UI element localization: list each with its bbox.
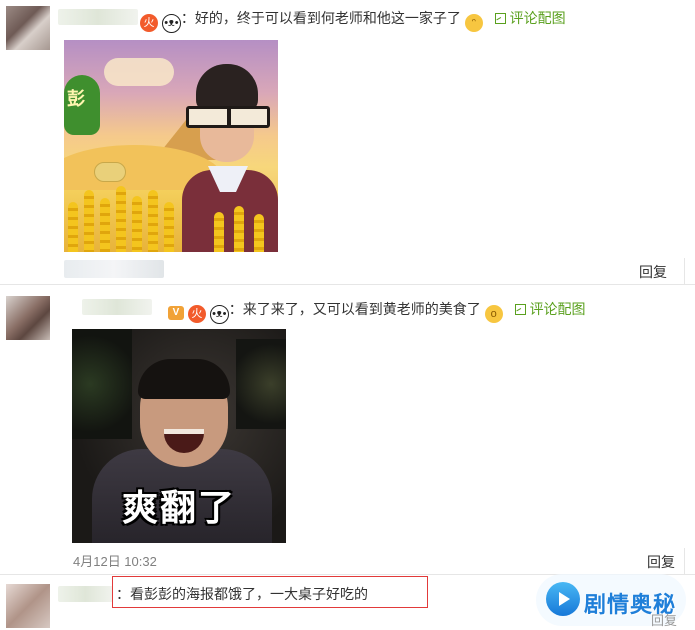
highlight-box: [112, 576, 428, 608]
comment-2-text: ：来了来了，又可以看到黄老师的美食了: [228, 301, 481, 317]
shock-emoji-icon: o: [484, 305, 503, 323]
comment-2-pic-link[interactable]: 评论配图: [514, 301, 586, 317]
panda-icon: •ᴥ•: [161, 14, 181, 33]
comment-1-pic-link[interactable]: 评论配图: [494, 10, 566, 26]
comment-1-reply-button[interactable]: 回复: [639, 262, 667, 282]
smile-emoji-icon: ᵔ: [464, 14, 483, 32]
vip-badge-icon: V: [168, 306, 184, 320]
comment-2-reply-button[interactable]: 回复: [647, 552, 675, 572]
comment-2-timestamp: 4月12日 10:32: [73, 554, 157, 569]
glasses-graphic: [186, 106, 270, 128]
blurred-sub-info: [64, 260, 164, 278]
comment-1-line: 火 •ᴥ• ：好的，终于可以看到何老师和他这一家子了 ᵔ 评论配图: [140, 8, 566, 33]
commenter-avatar-1[interactable]: [6, 6, 50, 50]
fire-badge-icon: 火: [187, 305, 206, 323]
image-icon: [494, 13, 506, 24]
commenter-avatar-3[interactable]: [6, 584, 50, 628]
image-caption: 爽翻了: [121, 487, 236, 528]
divider: [0, 284, 695, 285]
comment-1-text: ：好的，终于可以看到何老师和他这一家子了: [180, 10, 461, 26]
comment-2-line: V 火 •ᴥ• ：来了来了，又可以看到黄老师的美食了 o 评论配图: [168, 299, 586, 324]
play-logo-icon: [546, 582, 580, 616]
fire-badge-icon: 火: [140, 14, 158, 32]
commenter-name-2-blurred[interactable]: [82, 299, 152, 315]
commenter-name-3-blurred[interactable]: [58, 586, 113, 602]
comment-1-image[interactable]: 彭: [64, 40, 278, 252]
commenter-name-1-blurred[interactable]: [58, 9, 138, 25]
panda-icon: •ᴥ•: [209, 305, 229, 324]
comment-3-reply-button[interactable]: 回复: [651, 610, 677, 629]
tree-text: 彭: [67, 89, 85, 109]
image-icon: [514, 304, 526, 315]
comment-2-image[interactable]: 爽翻了: [72, 329, 286, 543]
commenter-avatar-2[interactable]: [6, 296, 50, 340]
